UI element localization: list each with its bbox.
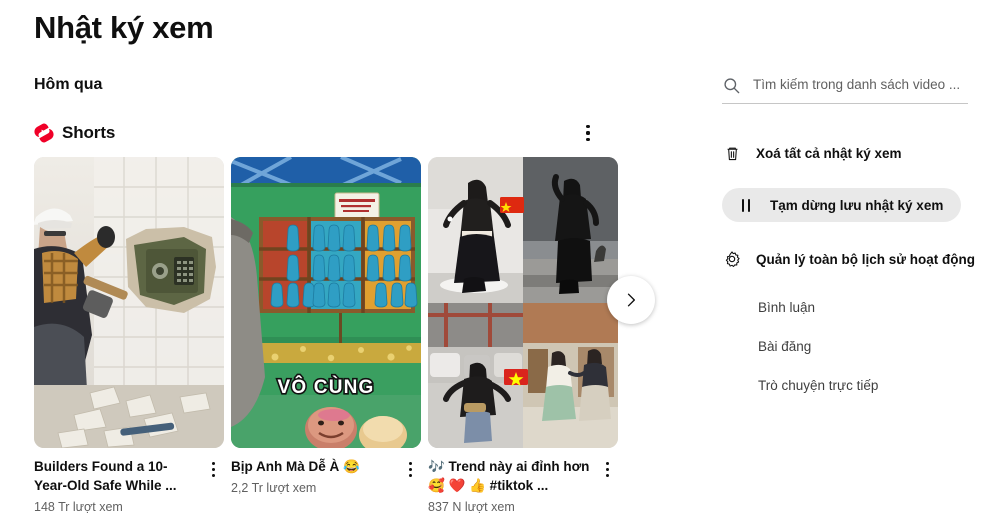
gear-icon: [722, 249, 742, 269]
short-title[interactable]: 🎶 Trend này ai đỉnh hơn🥰 ❤️ 👍 #tiktok ..…: [428, 457, 592, 495]
search-icon: [724, 77, 740, 93]
pause-icon-bar: [748, 198, 751, 212]
more-vertical-icon-dot: [586, 137, 590, 141]
chevron-right-icon: [627, 293, 635, 307]
youtube-shorts-icon: [34, 122, 54, 144]
clear-all-watch-history-label: Xoá tất cả nhật ký xem: [756, 145, 902, 161]
short-view-count: 837 N lượt xem: [428, 500, 515, 514]
short-title[interactable]: Bịp Anh Mà Dễ À 😂: [231, 457, 395, 476]
sidebar-link-comments[interactable]: Bình luận: [758, 298, 984, 318]
short-view-count: 2,2 Tr lượt xem: [231, 481, 317, 495]
clear-all-watch-history-button[interactable]: Xoá tất cả nhật ký xem: [722, 136, 984, 170]
more-vertical-icon-dot: [408, 461, 412, 465]
history-sidebar: Tìm kiếm trong danh sách video ... Xoá t…: [722, 0, 984, 396]
short-thumbnail-dance-collage[interactable]: [428, 157, 618, 448]
search-field[interactable]: Tìm kiếm trong danh sách video ...: [722, 72, 968, 104]
short-card[interactable]: 🎶 Trend này ai đỉnh hơn🥰 ❤️ 👍 #tiktok ..…: [428, 157, 618, 516]
manage-activity-history-label: Quản lý toàn bộ lịch sử hoạt động: [756, 251, 976, 267]
short-card-meta: Builders Found a 10-Year-Old Safe While …: [34, 457, 224, 516]
more-vertical-icon-dot: [605, 467, 609, 471]
short-card-meta: Bịp Anh Mà Dễ À 😂 2,2 Tr lượt xem: [231, 457, 421, 497]
trash-icon: [722, 143, 742, 163]
search-input[interactable]: Tìm kiếm trong danh sách video ...: [753, 75, 960, 95]
short-card-menu-button[interactable]: [596, 458, 618, 480]
more-vertical-icon-dot: [211, 467, 215, 471]
short-view-count: 148 Tr lượt xem: [34, 500, 123, 514]
main-content: Nhật ký xem Hôm qua Shorts Builders Foun…: [34, 0, 655, 516]
more-vertical-icon-dot: [211, 473, 215, 477]
more-vertical-icon-dot: [605, 473, 609, 477]
carousel-next-button[interactable]: [607, 276, 655, 324]
page-title: Nhật ký xem: [34, 10, 214, 45]
manage-activity-history-button[interactable]: Quản lý toàn bộ lịch sử hoạt động: [722, 242, 984, 276]
more-vertical-icon-dot: [408, 467, 412, 471]
short-card-meta: 🎶 Trend này ai đỉnh hơn🥰 ❤️ 👍 #tiktok ..…: [428, 457, 618, 516]
pause-watch-history-label: Tạm dừng lưu nhật ký xem: [770, 197, 944, 213]
watch-history-page: Nhật ký xem Hôm qua Shorts Builders Foun…: [0, 0, 1000, 527]
svg-text:VÔ CÙNG: VÔ CÙNG: [277, 376, 374, 398]
shorts-carousel: Builders Found a 10-Year-Old Safe While …: [34, 157, 655, 516]
pause-icon: [736, 195, 756, 215]
more-vertical-icon-dot: [605, 461, 609, 465]
short-card[interactable]: Builders Found a 10-Year-Old Safe While …: [34, 157, 224, 516]
short-thumbnail-carnival-booth[interactable]: VÔ CÙNG: [231, 157, 421, 448]
short-title[interactable]: Builders Found a 10-Year-Old Safe While …: [34, 457, 198, 495]
more-vertical-icon-dot: [408, 473, 412, 477]
shorts-shelf-menu-button[interactable]: [576, 121, 600, 145]
short-thumbnail-builder-safe[interactable]: [34, 157, 224, 448]
more-vertical-icon-dot: [586, 131, 590, 135]
short-card-text: Builders Found a 10-Year-Old Safe While …: [34, 457, 202, 516]
sidebar-link-posts[interactable]: Bài đăng: [758, 337, 984, 357]
shorts-shelf-label: Shorts: [62, 123, 116, 142]
more-vertical-icon-dot: [211, 461, 215, 465]
short-card-text: 🎶 Trend này ai đỉnh hơn🥰 ❤️ 👍 #tiktok ..…: [428, 457, 596, 516]
shorts-shelf-header: Shorts: [34, 120, 600, 146]
short-card-text: Bịp Anh Mà Dễ À 😂 2,2 Tr lượt xem: [231, 457, 399, 497]
short-card-menu-button[interactable]: [202, 458, 224, 480]
more-vertical-icon-dot: [586, 125, 590, 129]
pause-icon-bar: [741, 198, 744, 212]
date-section-header: Hôm qua: [34, 76, 103, 93]
sidebar-link-live-chat[interactable]: Trò chuyện trực tiếp: [758, 376, 984, 396]
pause-watch-history-button[interactable]: Tạm dừng lưu nhật ký xem: [722, 188, 962, 222]
short-card-menu-button[interactable]: [399, 458, 421, 480]
short-card[interactable]: VÔ CÙNG Bịp Anh Mà Dễ À 😂 2,2 Tr lượt xe…: [231, 157, 421, 516]
